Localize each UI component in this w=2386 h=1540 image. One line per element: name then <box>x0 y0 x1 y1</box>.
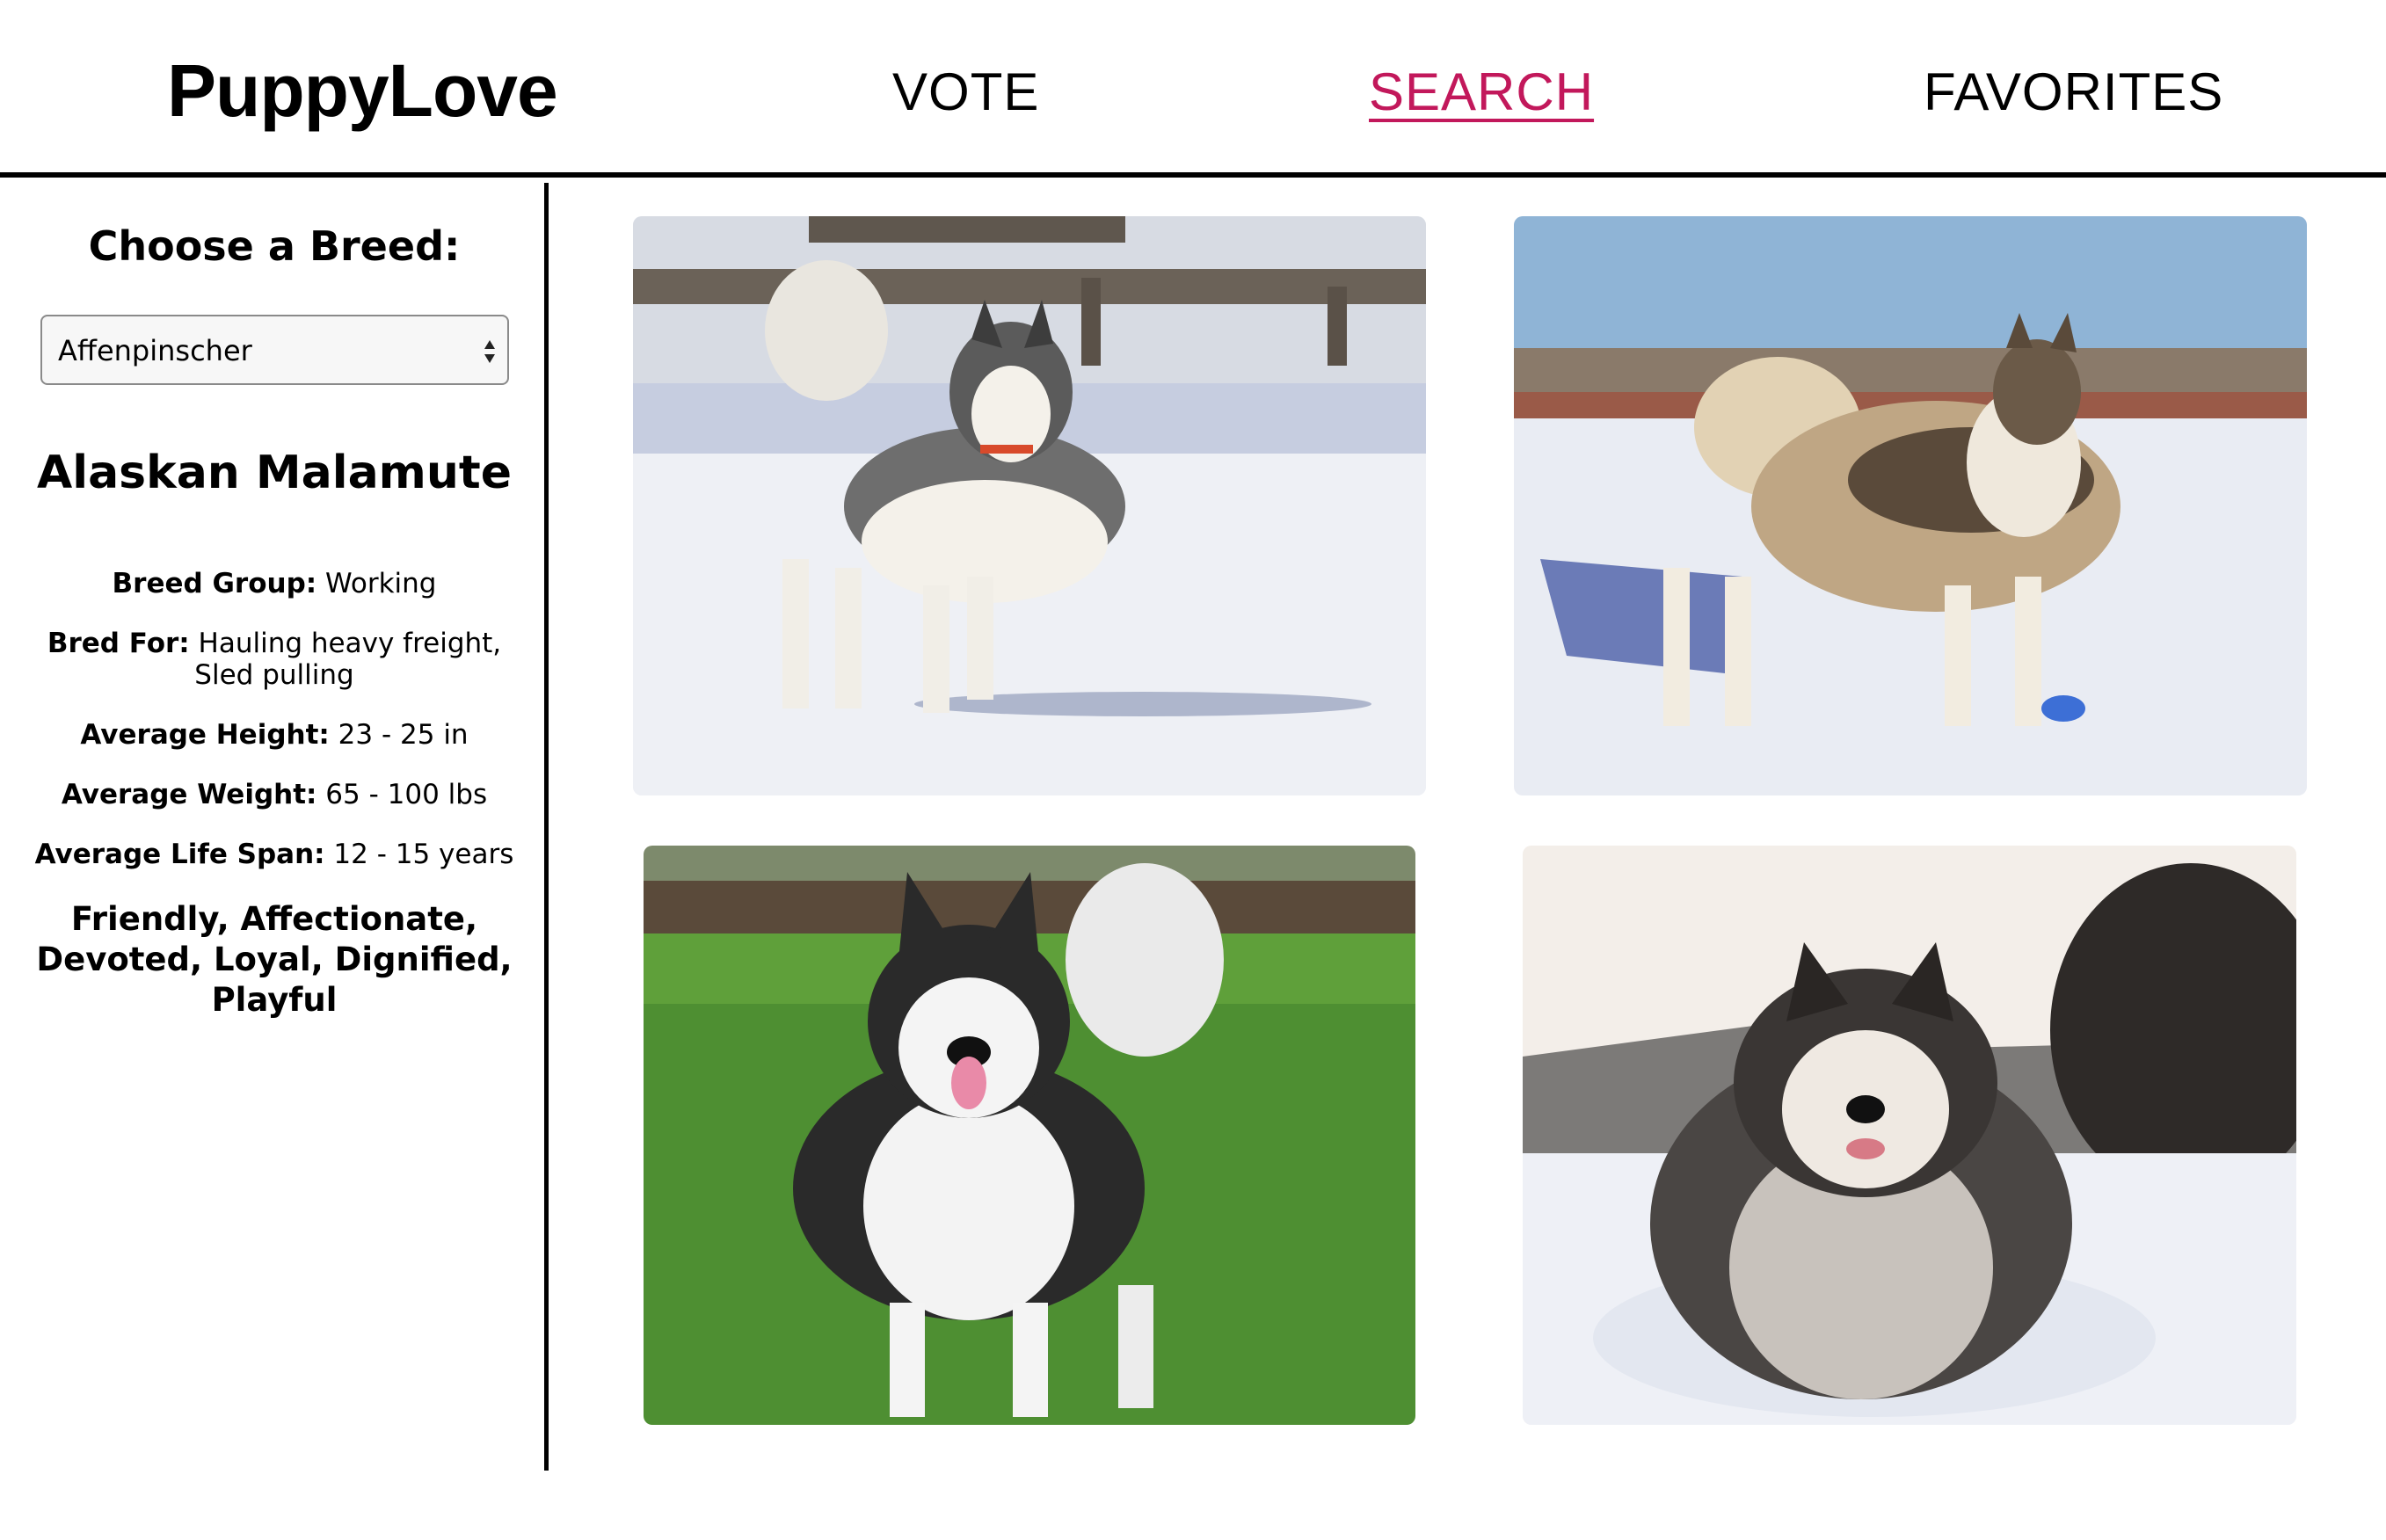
nav-favorites[interactable]: FAVORITES <box>1924 62 2223 122</box>
bred-for-label: Bred For: <box>47 628 190 659</box>
dog-photo-2[interactable] <box>1514 216 2307 795</box>
weight-label: Average Weight: <box>61 779 317 810</box>
choose-breed-heading: Choose a Breed: <box>88 222 461 270</box>
breed-sidebar: Choose a Breed: Affenpinscher Alaskan Ma… <box>0 183 549 1471</box>
dog-photo-snow-sitting-icon <box>1523 846 2296 1425</box>
site-header: PuppyLove VOTE SEARCH FAVORITES <box>0 0 2386 178</box>
dog-photo-snow-standing-icon <box>1514 216 2307 795</box>
lifespan-value: 12 - 15 years <box>333 839 514 870</box>
breed-name: Alaskan Malamute <box>37 447 512 499</box>
dog-photo-snow-walking-icon <box>633 216 1426 795</box>
breed-group-label: Breed Group: <box>112 568 317 599</box>
breed-group-info: Breed Group: Working <box>26 568 522 599</box>
dog-photo-grass-icon <box>644 846 1415 1425</box>
height-value: 23 - 25 in <box>338 719 469 751</box>
height-info: Average Height: 23 - 25 in <box>26 719 522 751</box>
bred-for-value: Hauling heavy freight, Sled pulling <box>194 628 502 691</box>
site-logo[interactable]: PuppyLove <box>167 48 558 134</box>
breed-select-value: Affenpinscher <box>58 334 252 367</box>
select-arrows-icon <box>484 340 495 363</box>
breed-select[interactable]: Affenpinscher <box>40 315 509 385</box>
weight-value: 65 - 100 lbs <box>325 779 488 810</box>
dog-photo-1[interactable] <box>633 216 1426 795</box>
lifespan-label: Average Life Span: <box>34 839 325 870</box>
height-label: Average Height: <box>80 719 330 751</box>
weight-info: Average Weight: 65 - 100 lbs <box>26 779 522 810</box>
nav-search[interactable]: SEARCH <box>1369 62 1594 122</box>
nav-vote[interactable]: VOTE <box>892 62 1039 122</box>
dog-photo-3[interactable] <box>644 846 1415 1425</box>
bred-for-info: Bred For: Hauling heavy freight, Sled pu… <box>26 628 522 691</box>
dog-photo-4[interactable] <box>1523 846 2296 1425</box>
breed-group-value: Working <box>325 568 437 599</box>
temperament-text: Friendly, Affectionate, Devoted, Loyal, … <box>36 900 513 1019</box>
lifespan-info: Average Life Span: 12 - 15 years <box>26 839 522 870</box>
